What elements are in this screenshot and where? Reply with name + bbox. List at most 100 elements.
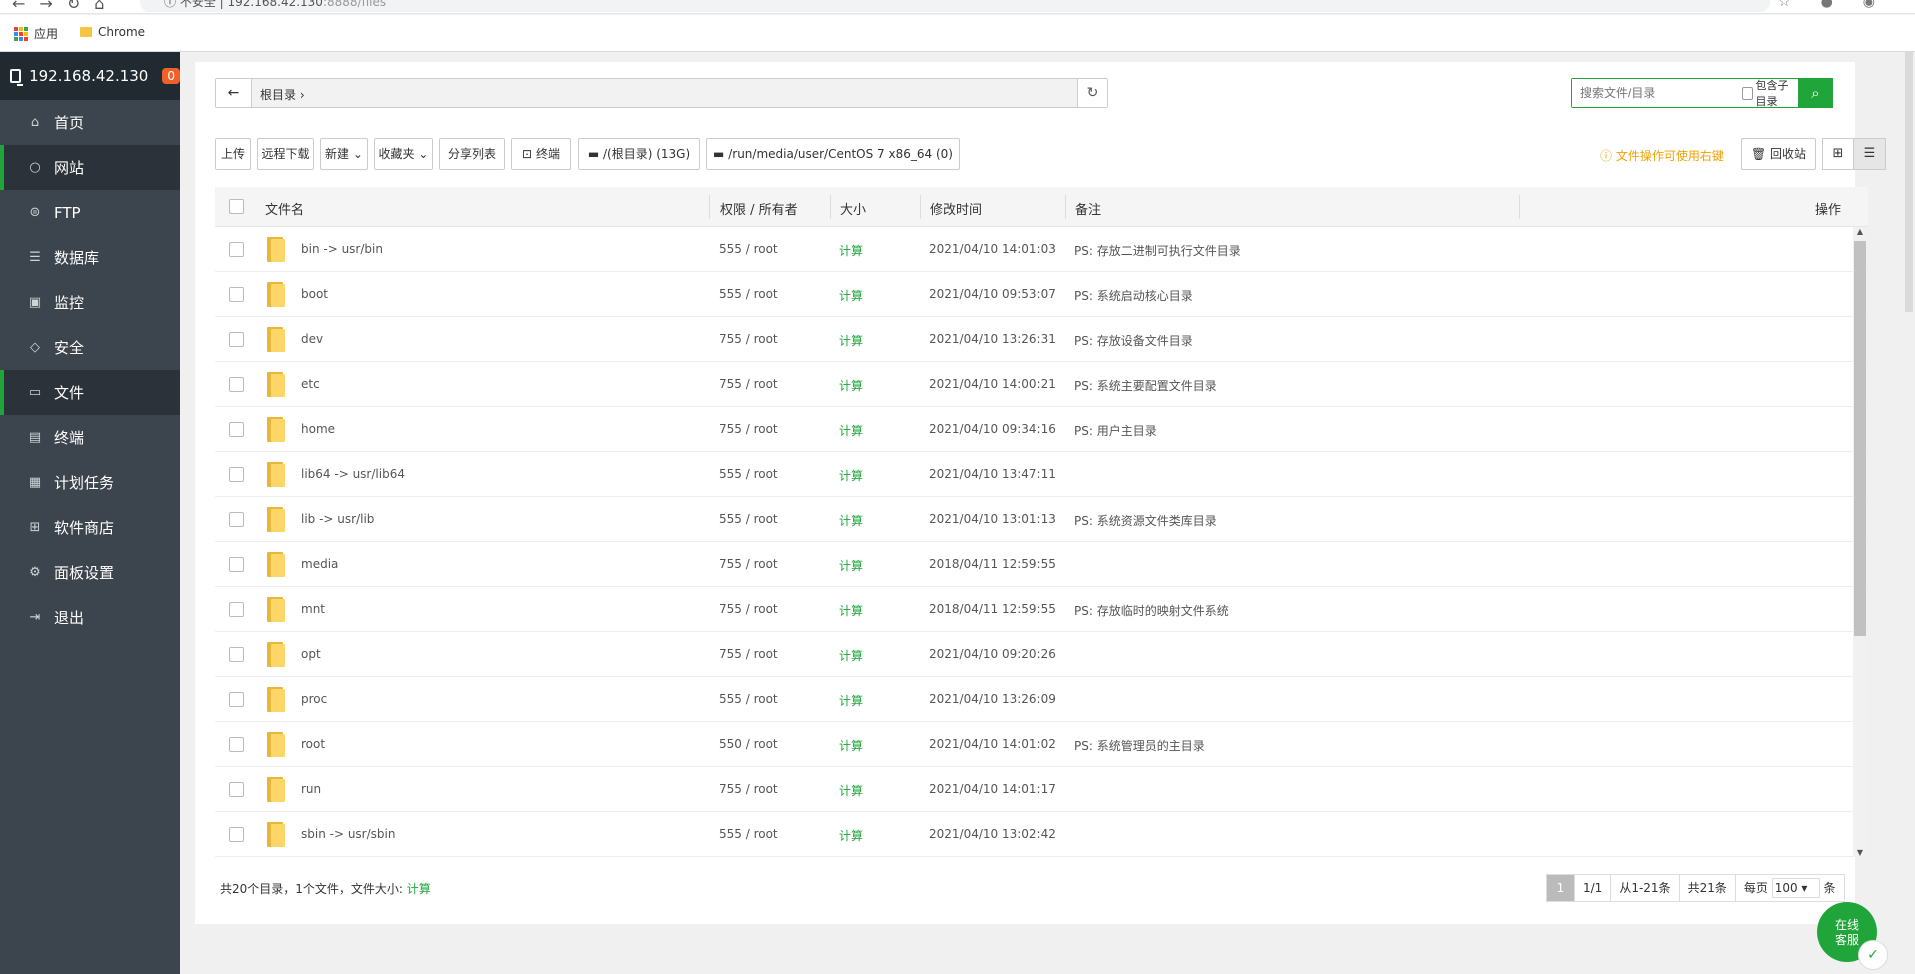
file-name[interactable]: lib -> usr/lib [301,512,374,526]
sidebar-item-files[interactable]: ▭ 文件 [0,370,180,415]
sidebar-item-monitor[interactable]: ▣ 监控 [0,280,180,325]
sidebar-item-cron[interactable]: ▦ 计划任务 [0,460,180,505]
file-note[interactable]: PS: 用户主目录 [1074,422,1157,439]
server-header[interactable]: 192.168.42.130 0 [0,52,180,100]
row-checkbox[interactable] [229,692,244,707]
recycle-bin-button[interactable]: 🗑 回收站 [1741,138,1816,170]
select-all-checkbox[interactable] [229,199,244,214]
sidebar-item-home[interactable]: ⌂ 首页 [0,100,180,145]
grid-view-icon[interactable]: ⊞ [1822,138,1854,170]
list-view-icon[interactable]: ☰ [1853,138,1886,170]
file-name[interactable]: etc [301,377,320,391]
path-bar[interactable]: ← 根目录 › ↻ [215,78,1108,108]
table-row[interactable]: opt 755 / root 计算 2021/04/10 09:20:26 [215,632,1868,677]
table-row[interactable]: dev 755 / root 计算 2021/04/10 13:26:31 PS: 存放… [215,317,1868,362]
sidebar-item-database[interactable]: ☰ 数据库 [0,235,180,280]
file-perm[interactable]: 755 / root [719,602,778,616]
file-size-calc[interactable]: 计算 [839,782,863,799]
row-checkbox[interactable] [229,287,244,302]
file-size-calc[interactable]: 计算 [839,602,863,619]
page-scrollbar[interactable] [1903,52,1915,974]
search-icon[interactable]: ⌕ [1798,78,1833,108]
message-badge[interactable]: 0 [162,68,180,84]
remote-download-button[interactable]: 远程下载 [257,138,314,170]
refresh-icon[interactable]: ↻ [1077,79,1107,107]
file-perm[interactable]: 755 / root [719,782,778,796]
file-name[interactable]: media [301,557,338,571]
file-note[interactable]: PS: 系统主要配置文件目录 [1074,377,1217,394]
file-perm[interactable]: 755 / root [719,557,778,571]
file-size-calc[interactable]: 计算 [839,332,863,349]
scroll-up-icon[interactable]: ▲ [1853,227,1867,236]
file-name[interactable]: root [301,737,325,751]
row-checkbox[interactable] [229,422,244,437]
table-row[interactable]: run 755 / root 计算 2021/04/10 14:01:17 [215,767,1868,812]
file-size-calc[interactable]: 计算 [839,467,863,484]
file-name[interactable]: dev [301,332,323,346]
file-perm[interactable]: 555 / root [719,692,778,706]
file-note[interactable]: PS: 系统启动核心目录 [1074,287,1193,304]
file-perm[interactable]: 755 / root [719,647,778,661]
terminal-button[interactable]: ⊡ 终端 [511,138,571,170]
bookmark-chrome[interactable]: Chrome [80,25,145,39]
row-checkbox[interactable] [229,377,244,392]
row-checkbox[interactable] [229,557,244,572]
file-note[interactable]: PS: 存放二进制可执行文件目录 [1074,242,1241,259]
sidebar-item-ftp[interactable]: ⊜ FTP [0,190,180,235]
upload-button[interactable]: 上传 [215,138,251,170]
file-name[interactable]: opt [301,647,321,661]
file-size-calc[interactable]: 计算 [839,647,863,664]
table-row[interactable]: lib64 -> usr/lib64 555 / root 计算 2021/04/10… [215,452,1868,497]
scroll-down-icon[interactable]: ▼ [1853,848,1867,857]
header-size[interactable]: 大小 [840,199,866,218]
table-row[interactable]: bin -> usr/bin 555 / root 计算 2021/04/10 14:… [215,227,1868,272]
file-size-calc[interactable]: 计算 [839,557,863,574]
sidebar-item-website[interactable]: ○ 网站 [0,145,180,190]
breadcrumb[interactable]: 根目录 › [260,86,305,103]
sidebar-item-logout[interactable]: ⇥ 退出 [0,595,180,640]
file-name[interactable]: run [301,782,321,796]
table-row[interactable]: root 550 / root 计算 2021/04/10 14:01:02 PS: 系… [215,722,1868,767]
file-perm[interactable]: 555 / root [719,287,778,301]
favorites-button[interactable]: 收藏夹 ⌄ [374,138,433,170]
security-check-icon[interactable]: ✓ [1858,940,1888,970]
table-row[interactable]: boot 555 / root 计算 2021/04/10 09:53:07 PS: 系… [215,272,1868,317]
file-perm[interactable]: 555 / root [719,512,778,526]
row-checkbox[interactable] [229,242,244,257]
file-size-calc[interactable]: 计算 [839,422,863,439]
file-size-calc[interactable]: 计算 [839,242,863,259]
file-perm[interactable]: 555 / root [719,467,778,481]
header-perm[interactable]: 权限 / 所有者 [720,199,798,218]
file-note[interactable]: PS: 存放临时的映射文件系统 [1074,602,1229,619]
header-name[interactable]: 文件名 [265,199,304,218]
row-checkbox[interactable] [229,827,244,842]
file-size-calc[interactable]: 计算 [839,287,863,304]
back-arrow-icon[interactable]: ← [216,79,252,107]
sidebar-item-security[interactable]: ◇ 安全 [0,325,180,370]
scroll-thumb[interactable] [1854,241,1866,636]
row-checkbox[interactable] [229,737,244,752]
share-list-button[interactable]: 分享列表 [439,138,505,170]
file-name[interactable]: lib64 -> usr/lib64 [301,467,405,481]
file-perm[interactable]: 755 / root [719,422,778,436]
disk-root-button[interactable]: ▬ /(根目录) (13G) [578,138,700,170]
file-size-calc[interactable]: 计算 [839,512,863,529]
file-size-calc[interactable]: 计算 [839,377,863,394]
sidebar-item-terminal[interactable]: ▤ 终端 [0,415,180,460]
bookmark-apps[interactable]: 应用 [14,25,58,42]
table-row[interactable]: home 755 / root 计算 2021/04/10 09:34:16 PS: 用… [215,407,1868,452]
table-row[interactable]: mnt 755 / root 计算 2018/04/11 12:59:55 PS: 存放… [215,587,1868,632]
row-checkbox[interactable] [229,512,244,527]
table-row[interactable]: media 755 / root 计算 2018/04/11 12:59:55 [215,542,1868,587]
file-perm[interactable]: 555 / root [719,827,778,841]
file-perm[interactable]: 555 / root [719,242,778,256]
table-row[interactable]: etc 755 / root 计算 2021/04/10 14:00:21 PS: 系统… [215,362,1868,407]
table-row[interactable]: proc 555 / root 计算 2021/04/10 13:26:09 [215,677,1868,722]
file-perm[interactable]: 755 / root [719,332,778,346]
file-size-calc[interactable]: 计算 [839,737,863,754]
table-row[interactable]: lib -> usr/lib 555 / root 计算 2021/04/10 13:… [215,497,1868,542]
file-name[interactable]: home [301,422,335,436]
disk-media-button[interactable]: ▬ /run/media/user/CentOS 7 x86_64 (0) [706,138,960,170]
page-current[interactable]: 1 [1547,875,1575,901]
search-input[interactable] [1572,79,1742,107]
